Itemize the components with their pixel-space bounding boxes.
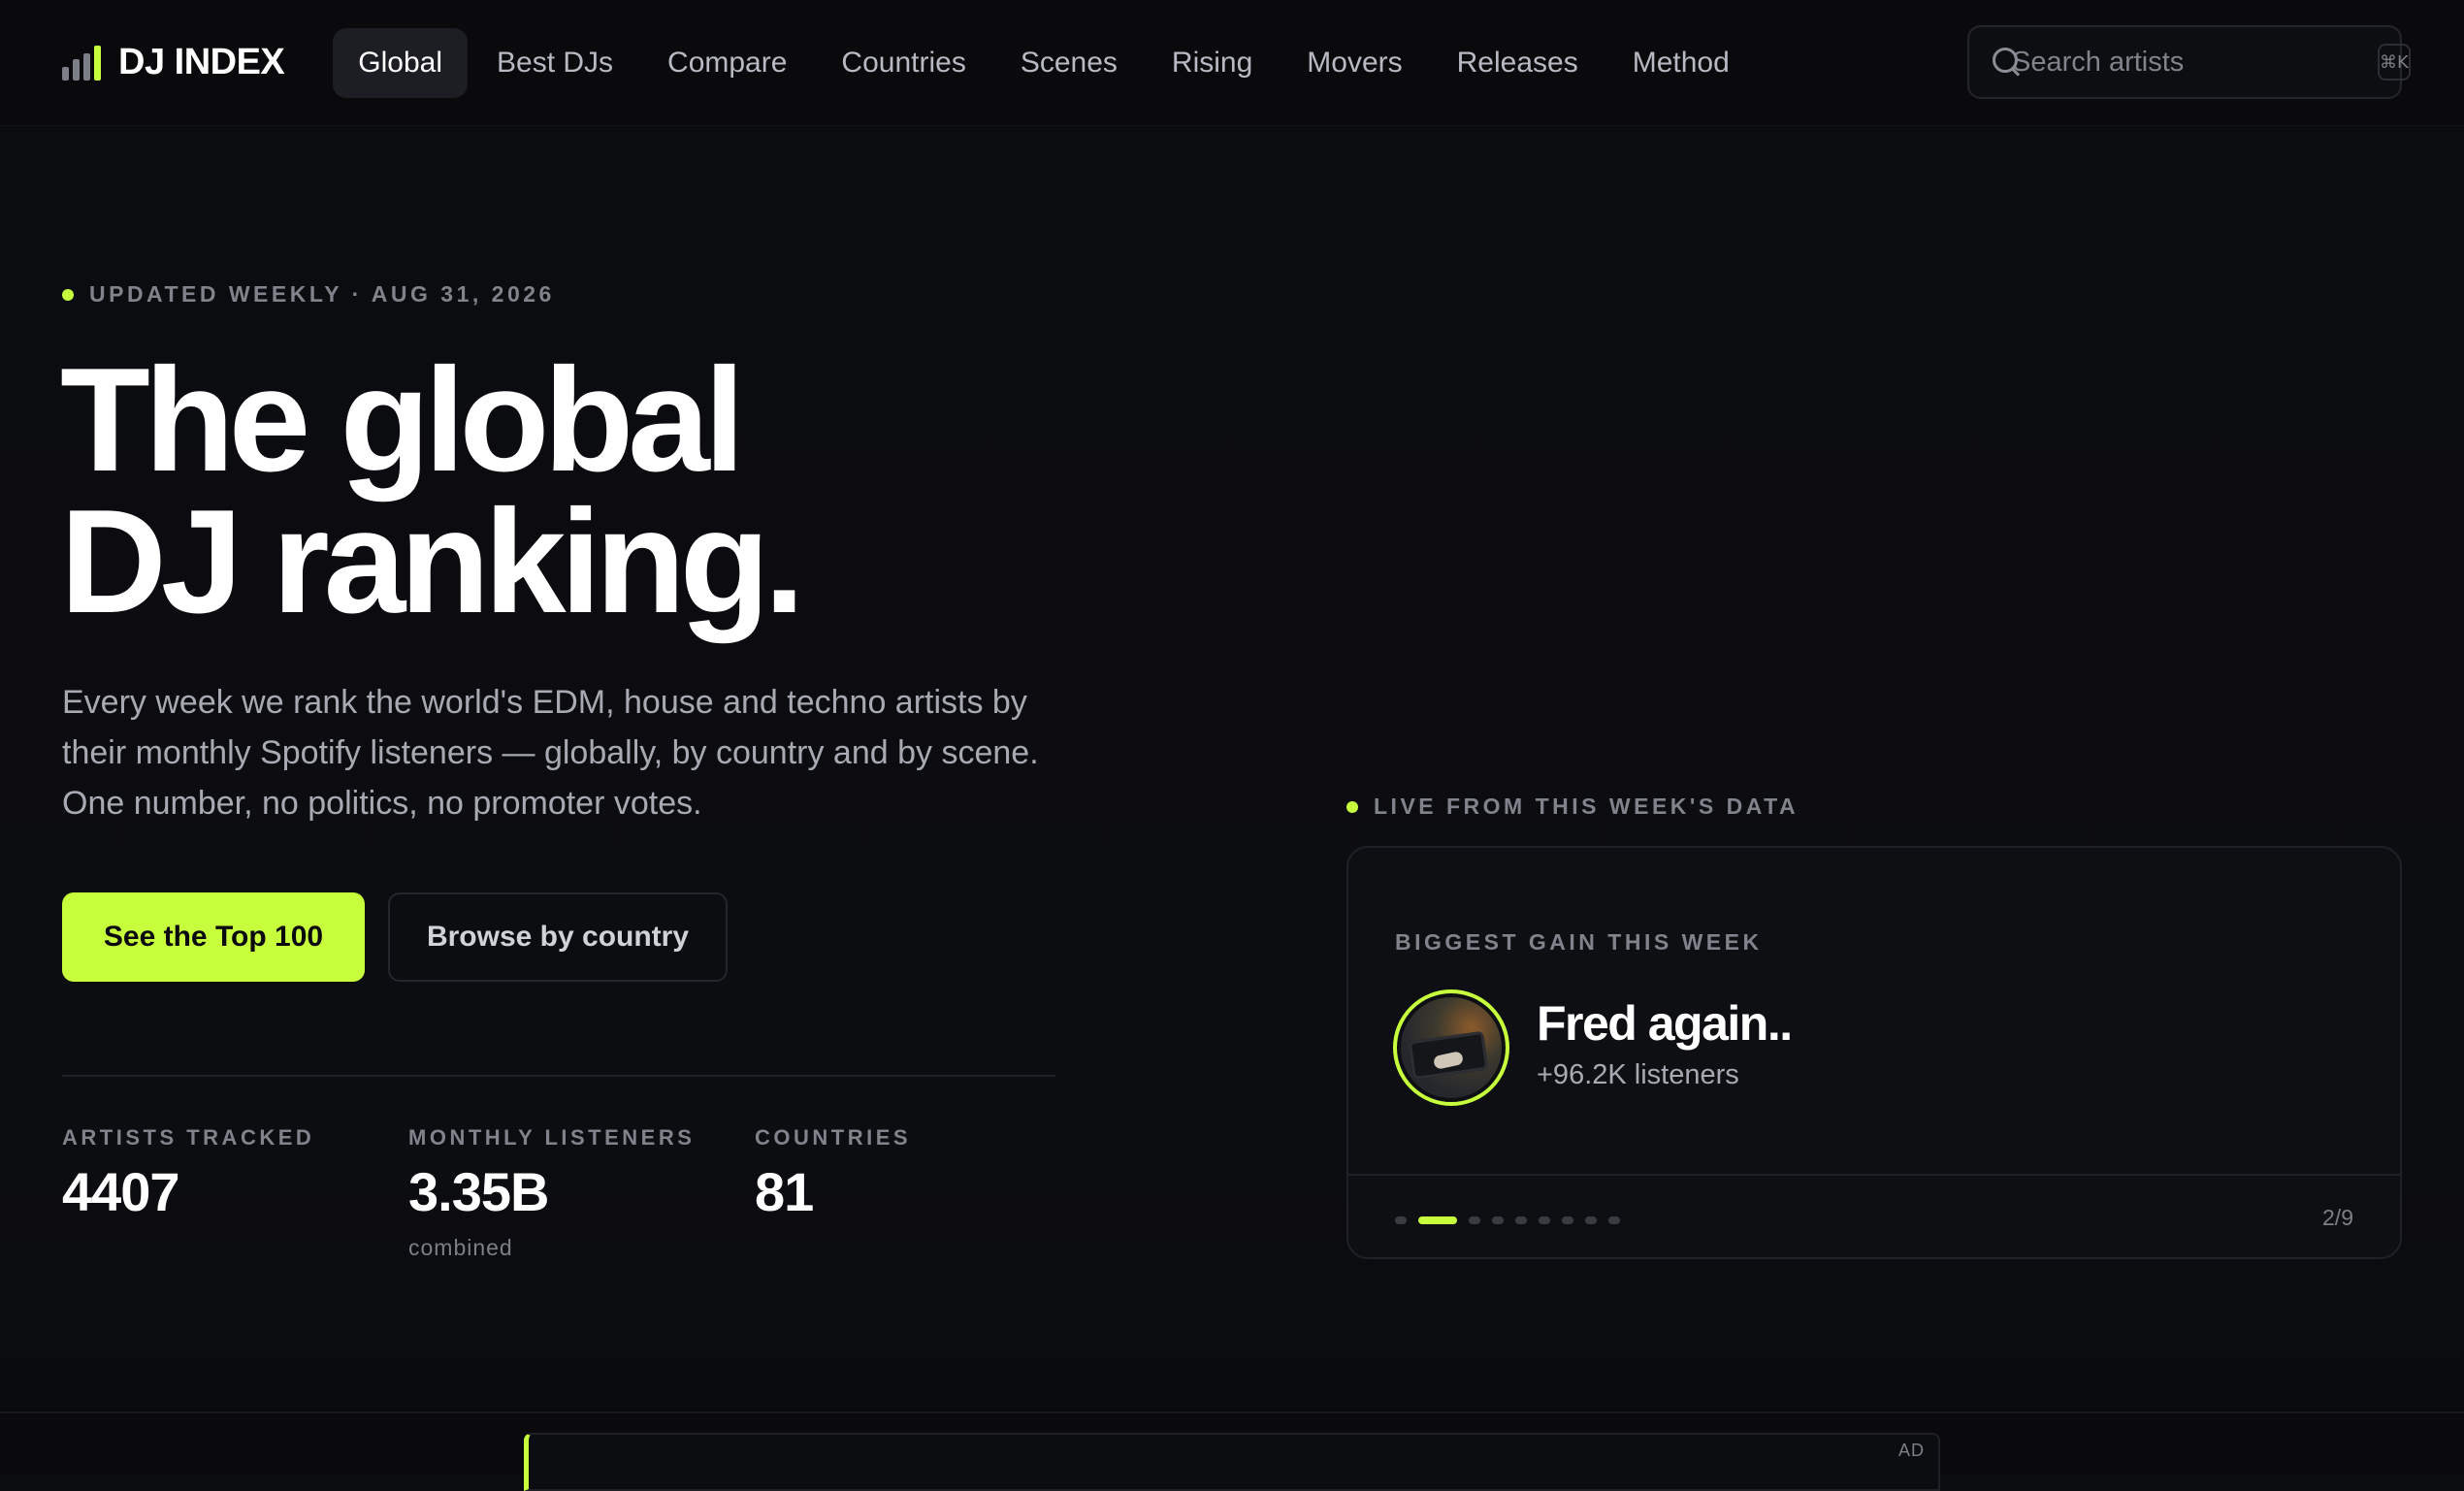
nav-item-method[interactable]: Method <box>1607 28 1755 98</box>
nav-item-releases[interactable]: Releases <box>1432 28 1604 98</box>
headline-line-1: The global <box>60 338 745 502</box>
main-nav: Global Best DJs Compare Countries Scenes… <box>333 27 1755 98</box>
artist-name[interactable]: Fred again.. <box>1537 995 1793 1052</box>
nav-item-scenes[interactable]: Scenes <box>995 28 1143 98</box>
pager-dot[interactable] <box>1585 1216 1597 1224</box>
pager-dot[interactable] <box>1469 1216 1480 1224</box>
nav-item-rising[interactable]: Rising <box>1147 28 1278 98</box>
biggest-gain-card[interactable]: BIGGEST GAIN THIS WEEK Fred again.. +96.… <box>1346 846 2402 1259</box>
hero-description: Every week we rank the world's EDM, hous… <box>62 684 1039 822</box>
ad-banner[interactable]: AD <box>524 1433 1940 1491</box>
headline-line-2: DJ ranking. <box>60 479 805 644</box>
stat-label: COUNTRIES <box>755 1125 912 1150</box>
stat-monthly-listeners: MONTHLY LISTENERS 3.35B combined <box>408 1125 755 1261</box>
stat-value: 3.35B <box>408 1161 549 1222</box>
nav-item-best-djs[interactable]: Best DJs <box>471 28 638 98</box>
pager-dot[interactable] <box>1395 1216 1407 1224</box>
updated-text: UPDATED WEEKLY · AUG 31, 2026 <box>89 281 555 307</box>
nav-item-movers[interactable]: Movers <box>1281 28 1427 98</box>
nav-item-countries[interactable]: Countries <box>816 28 990 98</box>
page-title: The global DJ ranking. <box>60 338 805 644</box>
stat-label: ARTISTS TRACKED <box>62 1125 315 1150</box>
pager-dot[interactable] <box>1492 1216 1504 1224</box>
status-dot-icon <box>62 288 74 301</box>
page-count: 2/9 <box>2322 1205 2353 1230</box>
card-label: BIGGEST GAIN THIS WEEK <box>1395 929 1763 955</box>
live-data-label: LIVE FROM THIS WEEK'S DATA <box>1346 794 1799 820</box>
artist-listener-gain: +96.2K listeners <box>1537 1059 1739 1090</box>
card-divider <box>1348 1174 2400 1176</box>
artist-photo <box>1401 997 1502 1098</box>
stat-sub: combined <box>408 1235 513 1260</box>
nav-item-global[interactable]: Global <box>333 27 468 98</box>
stat-label: MONTHLY LISTENERS <box>408 1125 696 1150</box>
pager-dot[interactable] <box>1515 1216 1527 1224</box>
stats-divider <box>62 1075 1055 1077</box>
stat-countries: COUNTRIES 81 <box>755 1125 1046 1261</box>
keyboard-shortcut-badge: ⌘K <box>2378 44 2411 81</box>
live-label-text: LIVE FROM THIS WEEK'S DATA <box>1374 794 1799 819</box>
pager-dot[interactable] <box>1562 1216 1573 1224</box>
search-input[interactable] <box>2012 46 2378 79</box>
logo[interactable]: DJ INDEX <box>62 42 285 83</box>
carousel-pager <box>1395 1216 1620 1224</box>
stat-value: 81 <box>755 1161 814 1222</box>
top-navbar: DJ INDEX Global Best DJs Compare Countri… <box>0 0 2464 126</box>
see-top-100-button[interactable]: See the Top 100 <box>62 892 365 982</box>
browse-by-country-button[interactable]: Browse by country <box>388 892 728 982</box>
brand-name: DJ INDEX <box>118 42 285 82</box>
updated-label: UPDATED WEEKLY · AUG 31, 2026 <box>62 281 555 308</box>
avatar <box>1393 989 1509 1106</box>
pager-dot-active[interactable] <box>1418 1216 1457 1224</box>
pager-dot[interactable] <box>1608 1216 1620 1224</box>
pager-dot[interactable] <box>1539 1216 1550 1224</box>
hero-section: UPDATED WEEKLY · AUG 31, 2026 The global… <box>0 126 2464 1411</box>
stat-value: 4407 <box>62 1161 180 1222</box>
bar-chart-icon <box>62 45 101 81</box>
ad-label: AD <box>1897 1441 1925 1460</box>
live-dot-icon <box>1346 800 1358 813</box>
ad-strip: AD <box>0 1411 2464 1491</box>
stat-artists-tracked: ARTISTS TRACKED 4407 <box>62 1125 408 1261</box>
nav-item-compare[interactable]: Compare <box>642 28 812 98</box>
stats-row: ARTISTS TRACKED 4407 MONTHLY LISTENERS 3… <box>62 1125 1046 1261</box>
search-box[interactable]: ⌘K <box>1967 25 2411 99</box>
